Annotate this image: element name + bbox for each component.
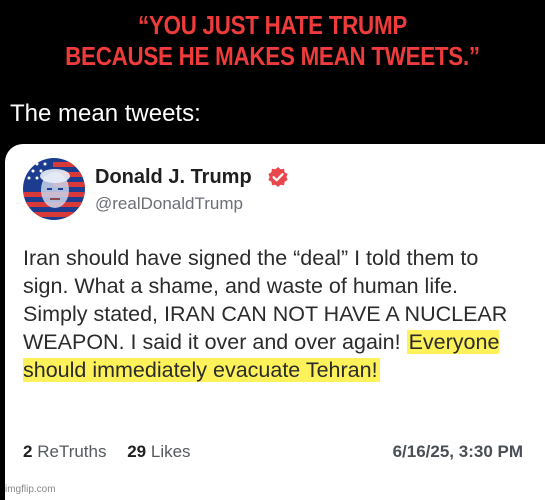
imgflip-watermark: imgflip.com: [5, 484, 56, 495]
meme-quote: “YOU JUST HATE TRUMP BECAUSE HE MAKES ME…: [38, 10, 507, 72]
meme-header: “YOU JUST HATE TRUMP BECAUSE HE MAKES ME…: [0, 0, 545, 140]
retruths-stat[interactable]: 2 ReTruths: [23, 442, 106, 462]
quote-line-1: “YOU JUST HATE TRUMP: [138, 10, 407, 40]
likes-count: 29: [127, 442, 147, 461]
meme-caption: The mean tweets:: [10, 100, 201, 127]
verified-check-icon: [268, 167, 288, 187]
post-timestamp[interactable]: 6/16/25, 3:30 PM: [393, 442, 523, 462]
likes-stat[interactable]: 29 Likes: [127, 442, 190, 462]
likes-label: Likes: [150, 442, 191, 461]
avatar[interactable]: [23, 158, 85, 220]
author-handle[interactable]: @realDonaldTrump: [95, 194, 243, 214]
retruths-label: ReTruths: [37, 442, 107, 461]
quote-line-2: BECAUSE HE MAKES MEAN TWEETS.”: [65, 41, 480, 71]
post-body: Iran should have signed the “deal” I tol…: [23, 244, 523, 384]
avatar-image: [23, 158, 85, 220]
author-name[interactable]: Donald J. Trump: [95, 166, 252, 189]
post-card: Donald J. Trump @realDonaldTrump Iran sh…: [5, 144, 545, 500]
post-footer: 2 ReTruths 29 Likes 6/16/25, 3:30 PM: [23, 442, 523, 462]
retruths-count: 2: [23, 442, 33, 461]
